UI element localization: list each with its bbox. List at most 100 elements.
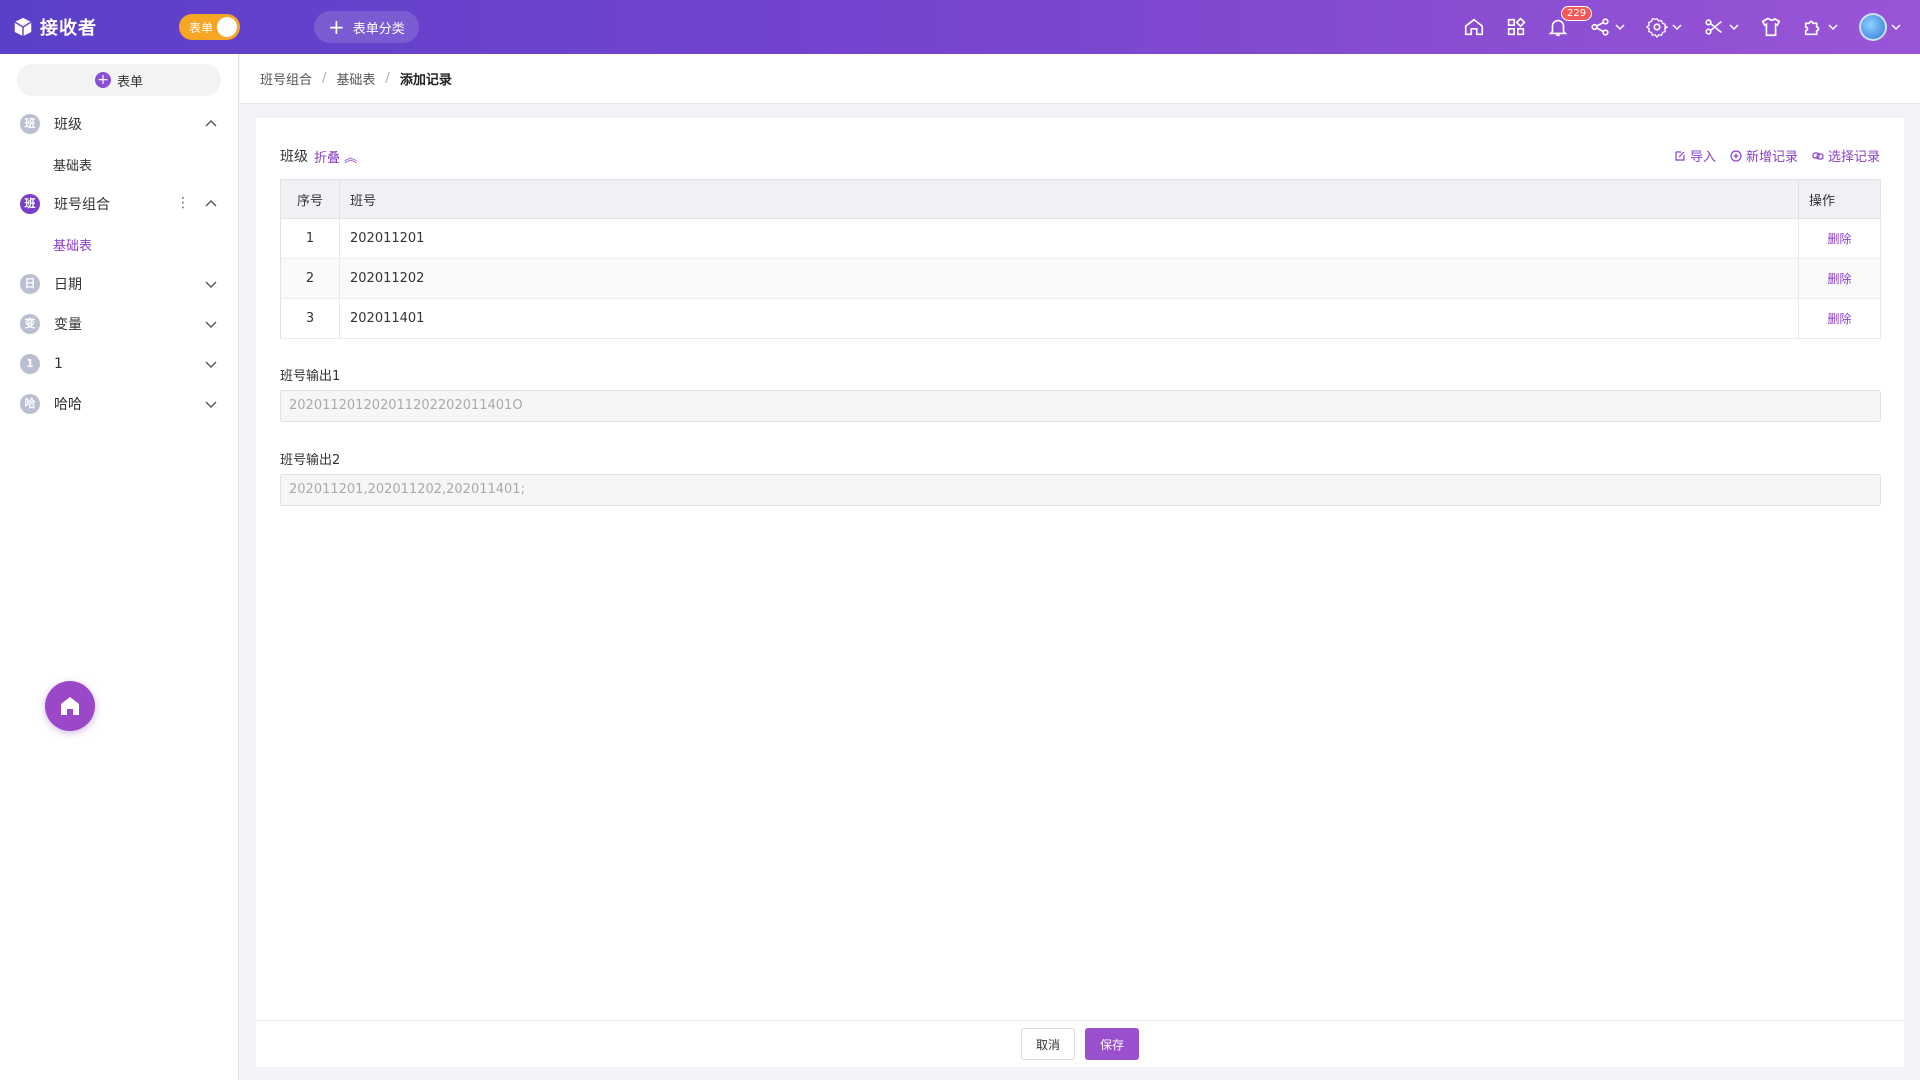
sidebar-group-variable[interactable]: 变 变量 <box>0 304 238 344</box>
sidebar-group-label: 1 <box>54 356 63 372</box>
theme-button[interactable] <box>1760 16 1782 38</box>
edit-icon <box>1675 150 1685 161</box>
section-actions: 导入 新增记录 选择记录 <box>1660 146 1880 165</box>
sidebar-group-label: 哈哈 <box>54 397 82 413</box>
share-icon <box>1591 18 1609 36</box>
sidebar-group-label: 日期 <box>54 277 82 293</box>
plus-circle-icon <box>1730 149 1742 162</box>
new-form-button[interactable]: + 表单 <box>17 64 221 96</box>
notifications-button[interactable]: 229 <box>1547 6 1593 38</box>
sidebar-group-label: 班级 <box>54 117 82 133</box>
column-header-index: 序号 <box>280 179 340 219</box>
delete-row-button[interactable]: 删除 <box>1798 258 1881 299</box>
sidebar-group-date[interactable]: 日 日期 <box>0 264 238 304</box>
form-category-button[interactable]: + 表单分类 <box>314 11 419 43</box>
records-table: 序号 班号 操作 1 202011201 删除 2 202011202 删除 3… <box>280 179 1881 339</box>
chevron-up-icon[interactable] <box>204 117 218 131</box>
chevron-down-icon[interactable] <box>204 397 218 411</box>
app-name: 接收者 <box>40 18 97 39</box>
chevron-up-icon[interactable] <box>204 197 218 211</box>
sidebar: + 表单 班 班级 基础表 班 班号组合 ⋮ 基础表 日 日期 变 变量 1 1 <box>0 54 239 1080</box>
chevron-down-icon <box>1828 24 1838 31</box>
import-label: 导入 <box>1689 150 1716 165</box>
new-form-label: 表单 <box>116 74 143 90</box>
chevron-down-icon <box>1672 24 1682 31</box>
notification-badge: 229 <box>1561 6 1593 21</box>
apps-button[interactable] <box>1505 16 1527 38</box>
chevron-down-icon[interactable] <box>204 317 218 331</box>
home-fab-button[interactable] <box>45 681 95 731</box>
toggle-knob <box>217 17 237 37</box>
group-avatar-icon: 日 <box>20 274 40 294</box>
breadcrumb-current: 添加记录 <box>399 73 452 88</box>
delete-row-button[interactable]: 删除 <box>1798 218 1881 259</box>
row-class-no[interactable]: 202011401 <box>339 298 1799 339</box>
chevron-down-icon <box>1891 24 1901 31</box>
section-header: 班级 折叠 ︽ <box>280 146 357 166</box>
form-mode-toggle[interactable]: 表单 <box>179 14 240 40</box>
breadcrumb: 班号组合 / 基础表 / 添加记录 <box>240 54 1920 104</box>
import-button[interactable]: 导入 <box>1674 146 1716 165</box>
sidebar-group-haha[interactable]: 哈 哈哈 <box>0 384 238 424</box>
sidebar-group-class-combo[interactable]: 班 班号组合 ⋮ <box>0 184 238 224</box>
table-row: 2 202011202 删除 <box>280 258 1881 299</box>
row-index: 1 <box>280 218 340 259</box>
output1-label: 班号输出1 <box>280 369 341 384</box>
apps-grid-icon <box>1507 17 1526 36</box>
group-avatar-icon: 班 <box>20 114 40 134</box>
row-index: 3 <box>280 298 340 339</box>
cube-logo-icon <box>14 17 32 37</box>
breadcrumb-separator: / <box>385 71 390 86</box>
plugins-menu[interactable] <box>1802 16 1839 38</box>
group-avatar-icon: 1 <box>20 354 40 374</box>
cancel-button[interactable]: 取消 <box>1020 1028 1075 1060</box>
save-button[interactable]: 保存 <box>1085 1028 1140 1060</box>
collapse-link[interactable]: 折叠 ︽ <box>314 147 357 166</box>
more-vertical-icon[interactable]: ⋮ <box>176 196 190 210</box>
row-class-no[interactable]: 202011202 <box>339 258 1799 299</box>
add-record-button[interactable]: 新增记录 <box>1730 146 1798 165</box>
sidebar-group-class[interactable]: 班 班级 <box>0 104 238 144</box>
add-record-label: 新增记录 <box>1745 150 1798 165</box>
section-title: 班级 <box>280 149 308 165</box>
form-panel: 班级 折叠 ︽ 导入 新增记录 选择记录 序号 班号 操作 1 20201120… <box>256 118 1904 1020</box>
form-footer: 取消 保存 <box>256 1020 1904 1067</box>
chevron-down-icon[interactable] <box>204 277 218 291</box>
select-record-label: 选择记录 <box>1827 150 1880 165</box>
gear-icon <box>1646 18 1668 38</box>
tools-menu[interactable] <box>1703 16 1740 38</box>
sidebar-nav: 班 班级 基础表 班 班号组合 ⋮ 基础表 日 日期 变 变量 1 1 哈 哈哈 <box>0 104 238 424</box>
breadcrumb-item[interactable]: 基础表 <box>336 69 375 88</box>
scissors-icon <box>1705 19 1722 35</box>
home-icon <box>61 697 79 715</box>
home-nav-button[interactable] <box>1463 16 1485 38</box>
avatar <box>1859 13 1887 41</box>
settings-menu[interactable] <box>1646 16 1683 38</box>
share-menu[interactable] <box>1589 16 1626 38</box>
row-class-no[interactable]: 202011201 <box>339 218 1799 259</box>
group-avatar-icon: 变 <box>20 314 40 334</box>
select-record-button[interactable]: 选择记录 <box>1812 146 1880 165</box>
output2-label: 班号输出2 <box>280 453 341 468</box>
table-row: 3 202011401 删除 <box>280 298 1881 339</box>
toggle-label: 表单 <box>189 20 214 35</box>
chevron-down-icon <box>1729 24 1739 31</box>
breadcrumb-item[interactable]: 班号组合 <box>260 69 312 88</box>
group-avatar-icon: 班 <box>20 194 40 214</box>
sidebar-item-class-base-table[interactable]: 基础表 <box>0 144 238 184</box>
home-icon <box>1464 18 1484 36</box>
delete-row-button[interactable]: 删除 <box>1798 298 1881 339</box>
column-header-class-no: 班号 <box>339 179 1799 219</box>
top-bar: 接收者 表单 + 表单分类 229 <box>0 0 1920 54</box>
column-header-ops: 操作 <box>1798 179 1881 219</box>
table-header-row: 序号 班号 操作 <box>280 179 1881 219</box>
table-row: 1 202011201 删除 <box>280 218 1881 259</box>
output2-field[interactable]: 202011201,202011202,202011401; <box>280 474 1881 506</box>
sidebar-group-1[interactable]: 1 1 <box>0 344 238 384</box>
user-menu[interactable] <box>1859 13 1902 41</box>
brand[interactable]: 接收者 <box>12 14 167 40</box>
sidebar-item-combo-base-table[interactable]: 基础表 <box>0 224 238 264</box>
output1-field[interactable]: 202011201202011202202011401O <box>280 390 1881 422</box>
plus-icon: + <box>328 15 345 39</box>
chevron-down-icon[interactable] <box>204 357 218 371</box>
